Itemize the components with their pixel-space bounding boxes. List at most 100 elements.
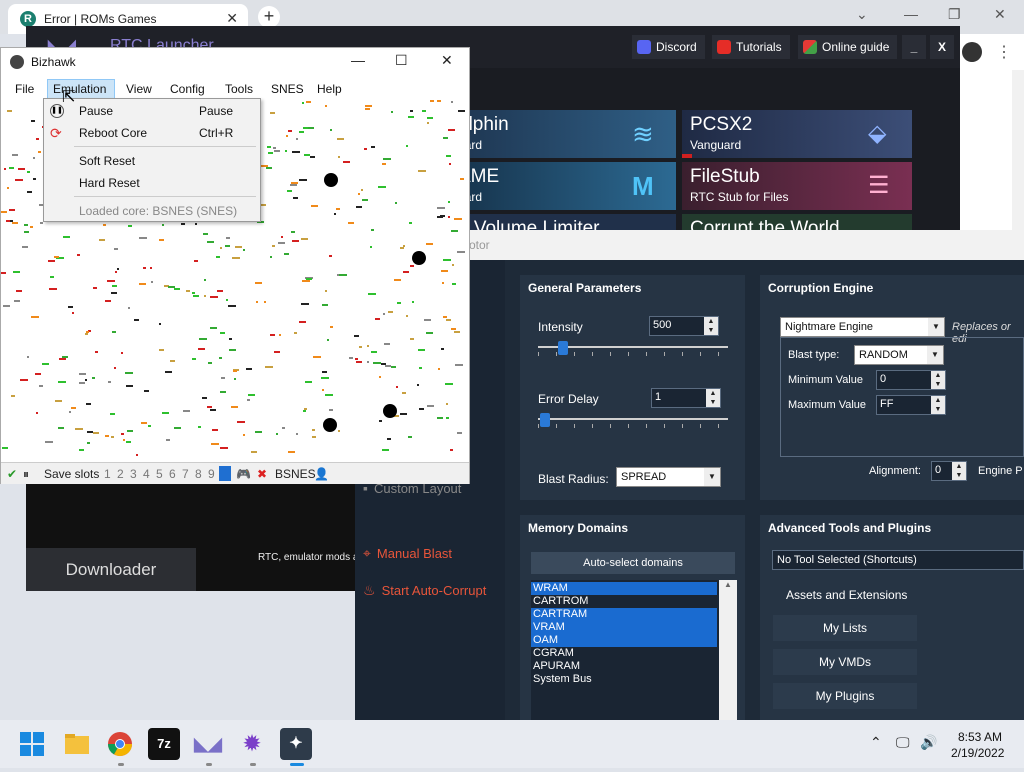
- filestub-icon: ☰: [868, 172, 890, 199]
- menu-emulation[interactable]: Emulation: [53, 82, 106, 96]
- save-slot-5[interactable]: 5: [156, 467, 163, 481]
- card-subtitle: RTC Stub for Files: [690, 190, 789, 204]
- memory-domain-list[interactable]: WRAM CARTROM CARTRAM VRAM OAM CGRAM APUR…: [531, 580, 737, 720]
- chrome-icon[interactable]: [104, 728, 136, 760]
- domain-item[interactable]: APURAM: [531, 660, 717, 673]
- chrome-restore-icon[interactable]: ❐: [948, 6, 961, 23]
- menu-file[interactable]: File: [15, 82, 34, 96]
- domain-item[interactable]: VRAM: [531, 621, 717, 634]
- spinner-arrows-icon[interactable]: ▲ ▼: [706, 389, 720, 407]
- 7zip-icon[interactable]: 7z: [148, 728, 180, 760]
- rtc-launcher-icon[interactable]: ◣◢: [192, 728, 224, 760]
- new-tab-button[interactable]: +: [258, 6, 280, 28]
- spinner-arrows-icon[interactable]: ▲ ▼: [931, 371, 945, 389]
- save-slot-4[interactable]: 4: [143, 467, 150, 481]
- menu-config[interactable]: Config: [170, 82, 205, 96]
- start-auto-corrupt-button[interactable]: ♨ Start Auto-Corrupt: [363, 582, 486, 599]
- domain-item[interactable]: CARTROM: [531, 595, 717, 608]
- tool-select[interactable]: No Tool Selected (Shortcuts): [772, 550, 1024, 570]
- domain-item[interactable]: WRAM: [531, 582, 717, 595]
- save-slot-2[interactable]: 2: [117, 467, 124, 481]
- volume-icon[interactable]: 🔊: [920, 734, 937, 751]
- domain-list-scrollbar[interactable]: ▲: [719, 580, 737, 720]
- card-filestub[interactable]: FileStub RTC Stub for Files ☰: [682, 162, 912, 210]
- chevron-up-icon[interactable]: ⌃: [870, 734, 882, 751]
- intensity-slider[interactable]: [538, 341, 728, 357]
- bizhawk-minimize-icon[interactable]: —: [351, 52, 365, 68]
- save-slot-8[interactable]: 8: [195, 467, 202, 481]
- domain-item[interactable]: CARTRAM: [531, 608, 717, 621]
- online-guide-button[interactable]: Online guide: [798, 35, 898, 59]
- menu-snes[interactable]: SNES: [271, 82, 304, 96]
- intensity-spinner[interactable]: 500 ▲ ▼: [649, 316, 719, 336]
- start-auto-corrupt-label: Start Auto-Corrupt: [381, 583, 487, 598]
- slider-thumb[interactable]: [539, 413, 550, 427]
- my-plugins-button[interactable]: My Plugins: [773, 683, 917, 709]
- slider-thumb[interactable]: [557, 341, 568, 355]
- save-slot-1[interactable]: 1: [104, 467, 111, 481]
- start-icon[interactable]: [16, 728, 48, 760]
- profile-avatar-icon[interactable]: [962, 42, 982, 62]
- error-delay-slider[interactable]: [538, 413, 728, 429]
- domain-item[interactable]: OAM: [531, 634, 717, 647]
- domain-item[interactable]: CGRAM: [531, 647, 717, 660]
- menu-separator: [74, 196, 256, 197]
- card-pcsx2[interactable]: PCSX2 Vanguard ⬙: [682, 110, 912, 158]
- chrome-tab-search-icon[interactable]: ⌄: [856, 6, 868, 23]
- bizhawk-close-icon[interactable]: ✕: [441, 52, 453, 69]
- maximum-value-spinner[interactable]: FF ▲ ▼: [876, 395, 946, 415]
- pause-icon[interactable]: ⏸: [23, 467, 29, 482]
- spinner-arrows-icon[interactable]: ▲ ▼: [952, 462, 966, 480]
- file-explorer-icon[interactable]: [61, 728, 93, 760]
- chrome-close-icon[interactable]: ✕: [994, 6, 1006, 23]
- menu-view[interactable]: View: [126, 82, 152, 96]
- menu-soft-reset[interactable]: Soft Reset: [79, 154, 135, 168]
- auto-select-domains-button[interactable]: Auto-select domains: [531, 552, 735, 574]
- corruption-engine-panel: Corruption Engine Nightmare Engine ▼ Rep…: [760, 275, 1024, 500]
- spinner-arrows-icon[interactable]: ▲ ▼: [931, 396, 945, 414]
- launcher-close-button[interactable]: X: [930, 35, 954, 59]
- menu-pause[interactable]: Pause: [79, 104, 113, 118]
- blast-type-value: RANDOM: [859, 349, 908, 361]
- blast-type-select[interactable]: RANDOM ▼: [854, 345, 944, 365]
- save-slot-9[interactable]: 9: [208, 467, 215, 481]
- save-slot-6[interactable]: 6: [169, 467, 176, 481]
- card-mame[interactable]: AME uard M: [450, 162, 676, 210]
- tab-close-icon[interactable]: ✕: [226, 10, 238, 27]
- save-slot-selected-icon[interactable]: [219, 466, 231, 481]
- card-dolphin[interactable]: olphin uard ≋: [450, 110, 676, 158]
- alignment-spinner[interactable]: 0 ▲ ▼: [931, 461, 967, 481]
- bizhawk-maximize-icon[interactable]: ☐: [395, 52, 408, 69]
- domain-item[interactable]: System Bus: [531, 673, 717, 686]
- chrome-menu-icon[interactable]: ⋮: [996, 42, 1012, 62]
- discord-icon: [637, 40, 651, 54]
- intensity-value: 500: [653, 319, 672, 331]
- downloader-button[interactable]: Downloader: [26, 548, 196, 591]
- menu-tools[interactable]: Tools: [225, 82, 253, 96]
- rtc-icon[interactable]: ✦: [280, 728, 312, 760]
- my-vmds-button[interactable]: My VMDs: [773, 649, 917, 675]
- network-icon[interactable]: 🖵: [896, 734, 910, 751]
- clock-date[interactable]: 2/19/2022: [951, 746, 1004, 760]
- blast-radius-select[interactable]: SPREAD ▼: [616, 467, 721, 487]
- spinner-arrows-icon[interactable]: ▲ ▼: [704, 317, 718, 335]
- launcher-minimize-button[interactable]: _: [902, 35, 926, 59]
- manual-blast-button[interactable]: ⌖ Manual Blast: [363, 545, 452, 562]
- clock-time[interactable]: 8:53 AM: [958, 730, 1002, 744]
- minimum-value-spinner[interactable]: 0 ▲ ▼: [876, 370, 946, 390]
- blast-radius-value: SPREAD: [621, 471, 667, 483]
- engine-select[interactable]: Nightmare Engine ▼: [780, 317, 945, 337]
- save-slot-3[interactable]: 3: [130, 467, 137, 481]
- error-delay-spinner[interactable]: 1 ▲ ▼: [651, 388, 721, 408]
- tutorials-button[interactable]: Tutorials: [712, 35, 790, 59]
- discord-button[interactable]: Discord: [632, 35, 705, 59]
- chrome-minimize-icon[interactable]: —: [904, 6, 918, 22]
- alignment-value: 0: [935, 464, 942, 476]
- my-lists-button[interactable]: My Lists: [773, 615, 917, 641]
- menu-help[interactable]: Help: [317, 82, 342, 96]
- menu-hard-reset[interactable]: Hard Reset: [79, 176, 140, 190]
- chrome-scrollbar[interactable]: [1012, 70, 1024, 230]
- bizhawk-icon[interactable]: ✹: [236, 728, 268, 760]
- menu-reboot-core[interactable]: Reboot Core: [79, 126, 147, 140]
- save-slot-7[interactable]: 7: [182, 467, 189, 481]
